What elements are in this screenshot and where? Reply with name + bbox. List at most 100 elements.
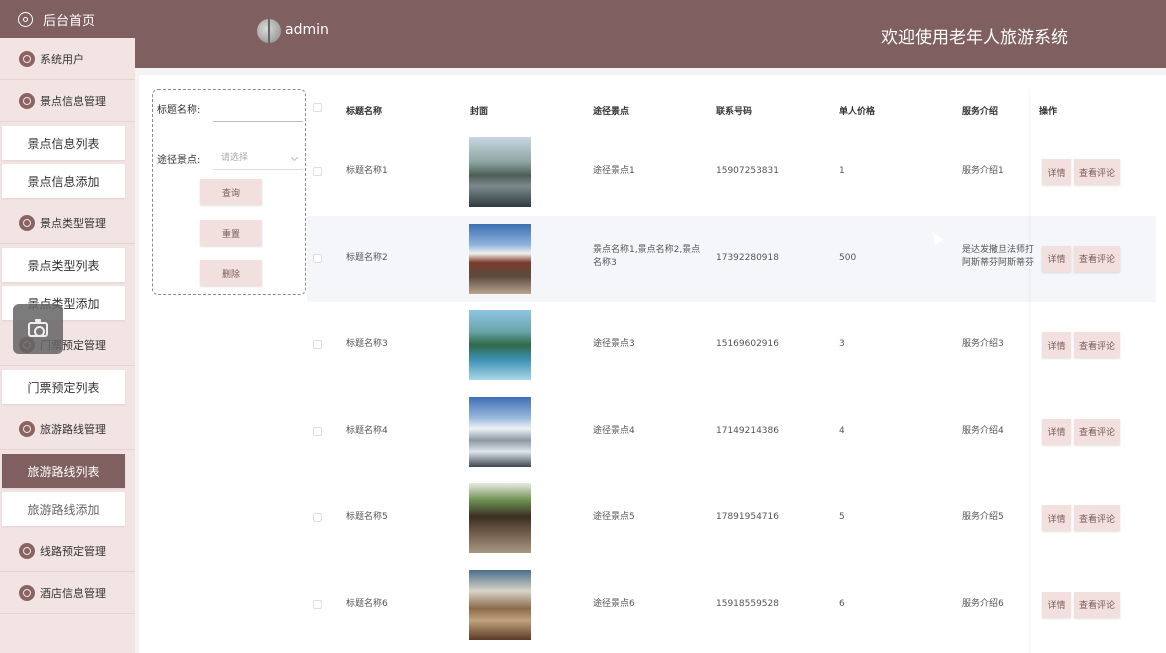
row-checkbox[interactable] [313,253,322,263]
cell-title: 标题名称3 [346,339,388,349]
cell-price: 3 [839,339,845,349]
search-panel: 标题名称: 途径景点: 请选择 查询 重置 删除 [152,89,306,295]
spot-select-placeholder: 请选择 [221,153,249,163]
row-checkbox[interactable] [313,167,322,176]
menu-icon [19,92,35,109]
col-header-spots: 途径景点 [593,107,630,117]
home-icon [18,11,33,27]
camera-icon [28,318,48,337]
top-header: admin 欢迎使用老年人旅游系统 [135,0,1166,68]
col-header-cover: 封面 [470,107,489,117]
sidebar-item-spot-type-list[interactable]: 景点类型列表 [2,248,125,282]
cell-phone: 17149214386 [716,425,779,436]
row-checkbox[interactable] [313,426,322,436]
sidebar-group-label: 景点信息管理 [40,94,106,108]
view-reviews-button[interactable]: 查看评论 [1074,332,1120,358]
delete-button[interactable]: 删除 [200,260,262,286]
cover-image [469,223,531,294]
cell-price: 6 [839,598,845,609]
cell-title: 标题名称1 [346,166,388,176]
cell-spots: 途径景点5 [593,512,635,522]
sidebar-item-route-list[interactable]: 旅游路线列表 [2,454,125,488]
cell-intro: 是达发撒旦法师打阿斯蒂芬阿斯蒂芬 [962,244,1034,268]
cell-spots: 途径景点4 [593,425,635,436]
cell-price: 4 [839,425,845,436]
cell-intro: 服务介绍3 [962,339,1004,349]
sidebar-group-label: 系统用户 [40,52,84,66]
menu-icon [19,50,35,67]
menu-icon [19,542,35,559]
chevron-down-icon [290,153,299,162]
fixed-column-divider [1029,89,1031,653]
row-checkbox[interactable] [313,513,322,522]
cell-title: 标题名称2 [346,252,388,263]
cell-phone: 15169602916 [716,339,779,349]
sidebar-group-route-booking[interactable]: 线路预定管理 [0,530,135,572]
spot-select[interactable]: 请选择 [213,146,303,170]
screenshot-camera-button[interactable] [13,304,63,354]
sidebar-group-label: 旅游路线管理 [40,422,106,436]
cell-intro: 服务介绍4 [962,425,1004,436]
sidebar-home[interactable]: 后台首页 [0,0,135,38]
sidebar-item-spot-info-list[interactable]: 景点信息列表 [2,126,125,160]
main-content: 标题名称: 途径景点: 请选择 查询 重置 删除 标题名称 封面 途径景点 联系… [139,75,1166,653]
sidebar-item-ticket-list[interactable]: 门票预定列表 [2,370,125,404]
detail-button[interactable]: 详情 [1042,159,1071,185]
cover-image [469,396,531,467]
col-header-actions: 操作 [1039,107,1058,117]
query-button[interactable]: 查询 [200,179,262,205]
username[interactable]: admin [285,22,329,38]
cell-spots: 景点名称1,景点名称2,景点名称3 [593,244,701,268]
sidebar-group-hotel[interactable]: 酒店信息管理 [0,572,135,614]
sidebar-item-route-add[interactable]: 旅游路线添加 [2,492,125,526]
view-reviews-button[interactable]: 查看评论 [1074,591,1120,618]
detail-button[interactable]: 详情 [1042,245,1071,272]
reset-button[interactable]: 重置 [200,220,262,246]
menu-icon [19,214,35,231]
title-input[interactable] [213,104,303,122]
detail-button[interactable]: 详情 [1042,418,1071,445]
cell-spots: 途径景点6 [593,598,635,609]
col-header-title: 标题名称 [346,107,383,117]
sidebar-group-spot-type[interactable]: 景点类型管理 [0,202,135,244]
cell-title: 标题名称6 [346,598,388,609]
sidebar-group-label: 景点类型管理 [40,216,106,230]
cover-image [469,569,531,640]
cover-image [469,310,531,380]
detail-button[interactable]: 详情 [1042,505,1071,531]
col-header-phone: 联系号码 [716,107,753,117]
sidebar-group-users[interactable]: 系统用户 [0,38,135,80]
detail-button[interactable]: 详情 [1042,591,1071,618]
cell-spots: 途径景点1 [593,166,635,176]
cell-intro: 服务介绍1 [962,166,1004,176]
view-reviews-button[interactable]: 查看评论 [1074,505,1120,531]
cell-spots: 途径景点3 [593,339,635,349]
sidebar-group-route[interactable]: 旅游路线管理 [0,408,135,450]
spot-label: 途径景点: [157,155,201,166]
cell-price: 5 [839,512,845,522]
cell-intro: 服务介绍6 [962,598,1004,609]
view-reviews-button[interactable]: 查看评论 [1074,418,1120,445]
cell-intro: 服务介绍5 [962,512,1004,522]
sidebar-group-spot-info[interactable]: 景点信息管理 [0,80,135,122]
welcome-title: 欢迎使用老年人旅游系统 [881,28,1068,48]
view-reviews-button[interactable]: 查看评论 [1074,159,1120,185]
avatar[interactable] [257,19,281,43]
cover-image [469,483,531,553]
cell-phone: 17891954716 [716,512,779,522]
select-all-checkbox[interactable] [313,103,322,112]
detail-button[interactable]: 详情 [1042,332,1071,358]
view-reviews-button[interactable]: 查看评论 [1074,245,1120,272]
cell-price: 500 [839,252,857,263]
cell-phone: 17392280918 [716,252,779,263]
sidebar-item-spot-info-add[interactable]: 景点信息添加 [2,164,125,198]
sidebar-home-label: 后台首页 [43,13,96,29]
menu-icon [19,584,35,601]
sidebar-group-label: 酒店信息管理 [40,586,106,600]
row-checkbox[interactable] [313,340,322,349]
row-checkbox[interactable] [313,599,322,609]
cell-phone: 15907253831 [716,166,779,176]
sidebar-group-label: 线路预定管理 [40,544,106,558]
cell-phone: 15918559528 [716,598,779,609]
app-root: 后台首页 系统用户 景点信息管理 景点信息列表 景点信息添加 景点类型管理 景点… [0,0,1166,653]
